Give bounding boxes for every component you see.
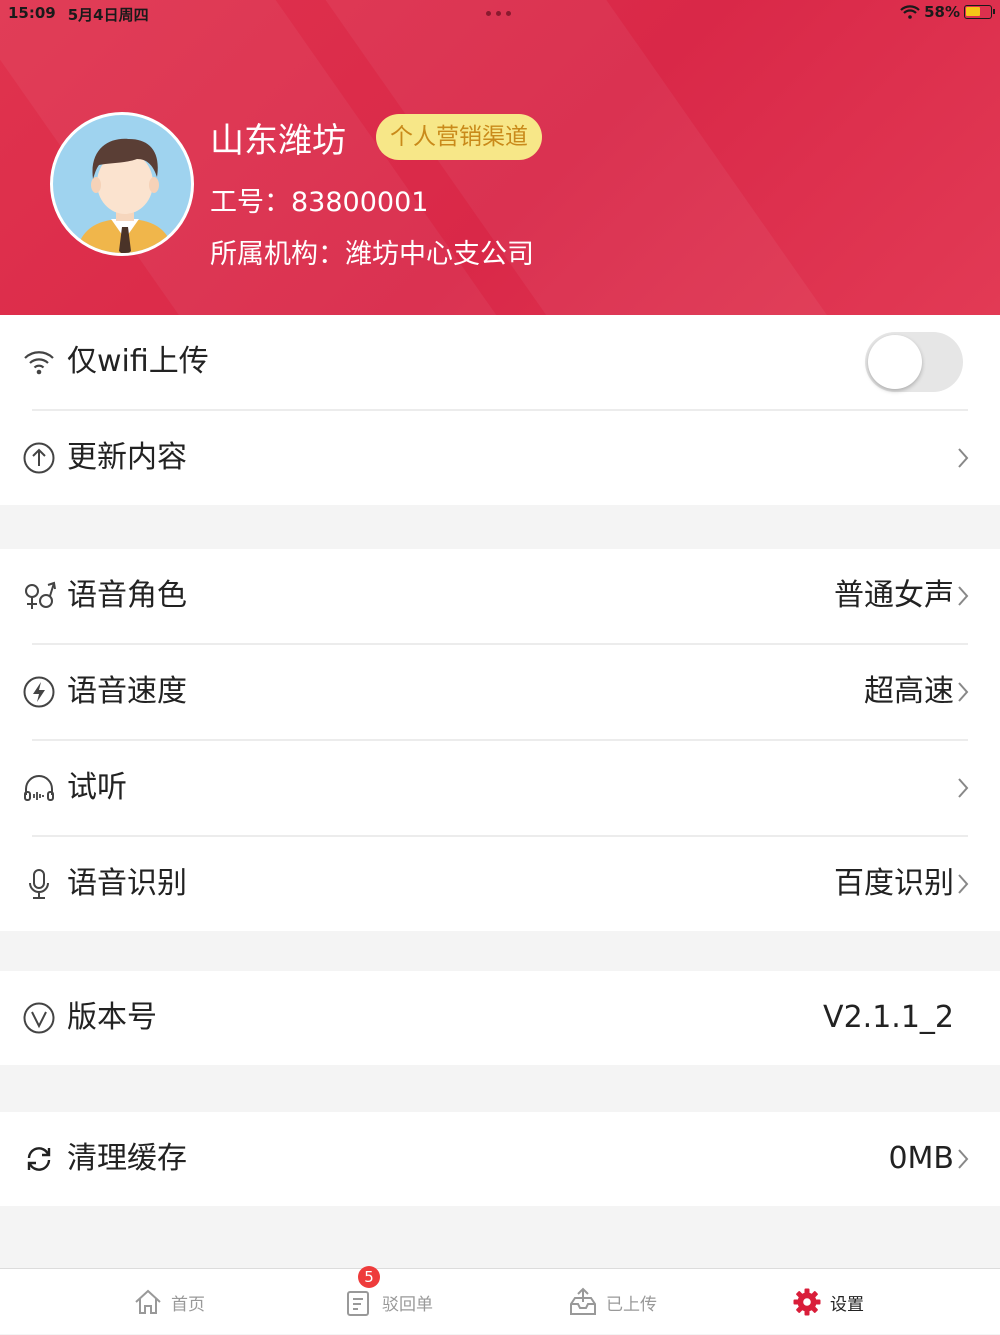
battery-percent: 58% xyxy=(924,3,960,21)
version-value: V2.1.1_2 xyxy=(823,1000,954,1035)
tab-home[interactable]: 首页 xyxy=(133,1269,205,1335)
tab-home-label: 首页 xyxy=(171,1294,205,1315)
chevron-right-icon xyxy=(958,778,969,798)
tab-rejected[interactable]: 5 驳回单 xyxy=(344,1266,433,1335)
preview-row[interactable]: 试听 xyxy=(0,741,1000,835)
multitask-dots-icon[interactable] xyxy=(486,11,511,16)
tab-uploaded[interactable]: 已上传 xyxy=(568,1269,657,1335)
gender-icon xyxy=(25,581,56,609)
settings-group-voice: 语音角色 普通女声 语音速度 超高速 试听 语音识别 百度识别 xyxy=(0,549,1000,931)
voice-role-row[interactable]: 语音角色 普通女声 xyxy=(0,549,1000,643)
wifi-only-label: 仅wifi上传 xyxy=(67,344,209,379)
version-icon xyxy=(23,1002,55,1034)
inbox-upload-icon xyxy=(570,1287,596,1315)
wifi-only-row: 仅wifi上传 xyxy=(0,315,1000,409)
settings-group-upload: 仅wifi上传 更新内容 xyxy=(0,315,1000,505)
employee-number: 工号：83800001 xyxy=(210,187,429,218)
chevron-right-icon xyxy=(958,586,969,606)
battery-icon xyxy=(964,5,995,19)
tab-settings-label: 设置 xyxy=(830,1294,864,1315)
wifi-icon xyxy=(24,351,54,375)
clear-cache-label: 清理缓存 xyxy=(67,1141,187,1176)
voice-speed-label: 语音速度 xyxy=(67,674,187,709)
rejected-count-badge: 5 xyxy=(358,1266,380,1288)
document-icon xyxy=(347,1291,369,1316)
voice-role-label: 语音角色 xyxy=(67,578,187,613)
tab-settings[interactable]: 设置 xyxy=(792,1269,864,1335)
chevron-right-icon xyxy=(958,682,969,702)
voice-recognition-label: 语音识别 xyxy=(67,866,187,901)
preview-label: 试听 xyxy=(67,770,127,805)
chevron-right-icon xyxy=(958,874,969,894)
version-label: 版本号 xyxy=(67,1000,157,1035)
tab-uploaded-label: 已上传 xyxy=(606,1294,657,1315)
status-date: 5月4日周四 xyxy=(67,6,149,24)
voice-speed-value: 超高速 xyxy=(864,674,954,709)
voice-role-value: 普通女声 xyxy=(834,578,954,613)
refresh-icon xyxy=(27,1147,51,1171)
status-bar: 15:09 5月4日周四 58% xyxy=(0,0,1000,26)
wifi-only-toggle[interactable] xyxy=(865,332,963,392)
settings-group-cache: 清理缓存 0MB xyxy=(0,1112,1000,1206)
cache-size-value: 0MB xyxy=(888,1141,954,1176)
chevron-right-icon xyxy=(958,1149,969,1169)
tab-bar: 首页 5 驳回单 已上传 设置 xyxy=(0,1266,1000,1335)
user-name: 山东潍坊 xyxy=(210,121,346,161)
settings-group-version: 版本号 V2.1.1_2 xyxy=(0,971,1000,1065)
lightning-circle-icon xyxy=(23,676,55,708)
wifi-status-icon xyxy=(900,5,920,19)
headphones-icon xyxy=(24,775,54,801)
microphone-icon xyxy=(29,869,49,899)
status-time: 15:09 xyxy=(8,4,56,22)
channel-badge: 个人营销渠道 xyxy=(376,114,542,160)
gear-icon xyxy=(793,1288,821,1316)
voice-speed-row[interactable]: 语音速度 超高速 xyxy=(0,645,1000,739)
voice-recognition-row[interactable]: 语音识别 百度识别 xyxy=(0,837,1000,931)
organization: 所属机构：潍坊中心支公司 xyxy=(210,239,534,270)
chevron-right-icon xyxy=(958,448,969,468)
home-icon xyxy=(135,1289,161,1314)
upload-circle-icon xyxy=(23,442,55,474)
update-content-label: 更新内容 xyxy=(67,440,187,475)
clear-cache-row[interactable]: 清理缓存 0MB xyxy=(0,1112,1000,1206)
profile-header: 15:09 5月4日周四 58% 山东潍坊 个人营销渠道 工号：83800001… xyxy=(0,0,1000,315)
voice-recognition-value: 百度识别 xyxy=(834,866,954,901)
version-row: 版本号 V2.1.1_2 xyxy=(0,971,1000,1065)
update-content-row[interactable]: 更新内容 xyxy=(0,411,1000,505)
avatar[interactable] xyxy=(50,112,194,256)
tab-rejected-label: 驳回单 xyxy=(382,1294,433,1315)
